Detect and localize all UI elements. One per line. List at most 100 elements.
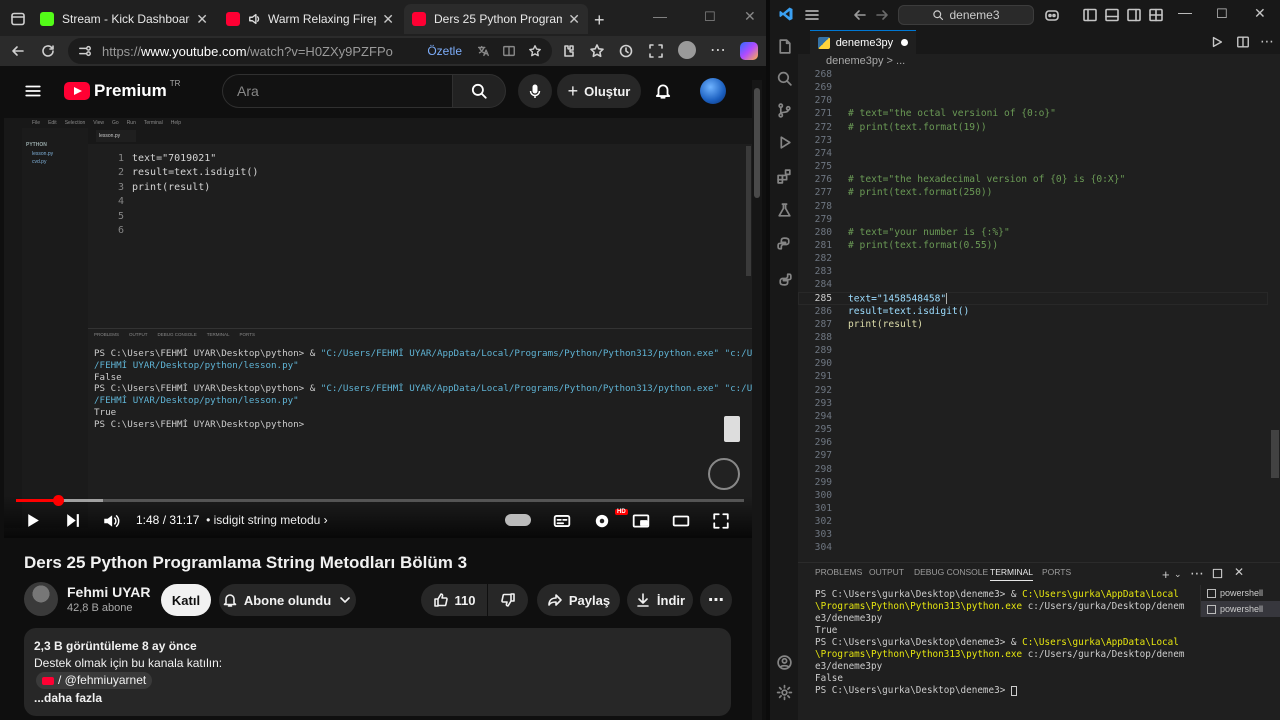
- toggle-sidebar-icon[interactable]: [1082, 7, 1098, 23]
- breadcrumb[interactable]: deneme3py > ...: [826, 55, 905, 67]
- settings-gear-icon[interactable]: [593, 512, 611, 530]
- minimize-button[interactable]: —: [1178, 4, 1192, 20]
- chevron-down-icon[interactable]: ⌄: [1174, 569, 1182, 580]
- extension-icon[interactable]: [560, 43, 576, 59]
- editor-scrollbar-thumb[interactable]: [1271, 430, 1279, 478]
- copilot-icon[interactable]: [740, 42, 758, 60]
- toggle-secondary-sidebar-icon[interactable]: [1126, 7, 1142, 23]
- maximize-button[interactable]: ☐: [1216, 6, 1228, 22]
- create-button[interactable]: + Oluştur: [557, 74, 641, 108]
- browser-menu-button[interactable]: ⋯: [710, 40, 726, 60]
- video-player[interactable]: File Edit Selection View Go Run Terminal Help P…: [4, 118, 752, 538]
- minimize-button[interactable]: —: [653, 8, 667, 24]
- browser-tab-kick[interactable]: Stream - Kick Dashboard ✕: [32, 4, 216, 34]
- channel-name[interactable]: Fehmi UYAR: [67, 584, 151, 600]
- subscribed-button[interactable]: Abone olundu: [219, 584, 356, 616]
- account-avatar[interactable]: [700, 78, 726, 104]
- page-scrollbar[interactable]: [752, 80, 762, 720]
- settings-gear-icon[interactable]: [776, 684, 793, 701]
- run-file-icon[interactable]: [1210, 35, 1224, 49]
- dislike-button[interactable]: [488, 584, 528, 616]
- scrubber-handle[interactable]: [52, 495, 64, 506]
- split-editor-icon[interactable]: [1236, 35, 1250, 49]
- favorite-star-icon[interactable]: [528, 44, 542, 58]
- close-icon[interactable]: ✕: [196, 11, 208, 28]
- back-arrow-icon[interactable]: [10, 43, 26, 59]
- download-button[interactable]: İndir: [627, 584, 693, 616]
- share-button[interactable]: Paylaş: [537, 584, 620, 616]
- theater-mode-icon[interactable]: [672, 512, 690, 530]
- toggle-panel-icon[interactable]: [1104, 7, 1120, 23]
- more-actions-icon[interactable]: ⋯: [1190, 565, 1204, 582]
- back-arrow-icon[interactable]: [852, 7, 868, 23]
- source-control-icon[interactable]: [776, 102, 793, 119]
- close-window-button[interactable]: ✕: [744, 8, 756, 25]
- youtube-premium-logo[interactable]: Premium TR: [64, 79, 180, 101]
- testing-flask-icon[interactable]: [776, 202, 793, 219]
- menu-icon[interactable]: [24, 82, 42, 100]
- close-icon[interactable]: ✕: [382, 11, 394, 28]
- translate-icon[interactable]: [476, 44, 490, 58]
- panel-tab-terminal[interactable]: TERMINAL: [990, 567, 1033, 581]
- search-button[interactable]: [452, 74, 506, 108]
- terminal-session[interactable]: powershell: [1201, 585, 1280, 601]
- panel-tab-ports[interactable]: PORTS: [1042, 567, 1071, 577]
- reload-icon[interactable]: [40, 43, 56, 59]
- python-icon[interactable]: [776, 236, 793, 253]
- search-input[interactable]: Ara: [222, 74, 452, 108]
- command-center[interactable]: deneme3: [898, 5, 1034, 25]
- scrollbar-thumb[interactable]: [754, 88, 760, 198]
- python-env-icon[interactable]: [776, 270, 793, 287]
- channel-watermark-logo[interactable]: [708, 458, 740, 490]
- autoplay-toggle[interactable]: [505, 514, 531, 526]
- copilot-icon[interactable]: [1044, 7, 1060, 23]
- miniplayer-icon[interactable]: [632, 512, 650, 530]
- channel-handle-link[interactable]: / @fehmiuyarnet: [36, 672, 153, 689]
- next-icon[interactable]: [64, 512, 81, 529]
- panel-tab-output[interactable]: OUTPUT: [869, 567, 904, 577]
- join-button[interactable]: Katıl: [161, 584, 211, 616]
- play-icon[interactable]: [24, 512, 41, 529]
- new-tab-button[interactable]: +: [594, 10, 605, 31]
- chapter-link[interactable]: • isdigit string metodu: [206, 513, 320, 527]
- search-icon[interactable]: [776, 70, 793, 87]
- tab-deneme3py[interactable]: deneme3py: [810, 30, 916, 54]
- maximize-panel-icon[interactable]: [1212, 568, 1223, 579]
- forward-arrow-icon[interactable]: [874, 7, 890, 23]
- customize-layout-icon[interactable]: [1148, 7, 1164, 23]
- new-terminal-button[interactable]: +: [1162, 567, 1170, 582]
- volume-icon[interactable]: [102, 512, 120, 530]
- run-debug-icon[interactable]: [776, 134, 793, 151]
- history-icon[interactable]: [618, 43, 634, 59]
- browser-tab-python-lesson[interactable]: Ders 25 Python Programlama ✕: [404, 4, 588, 34]
- tab-actions-icon[interactable]: [10, 11, 26, 27]
- close-window-button[interactable]: ✕: [1254, 5, 1266, 22]
- speaker-icon[interactable]: [248, 12, 262, 26]
- fullscreen-icon[interactable]: [712, 512, 730, 530]
- menu-icon[interactable]: [804, 7, 820, 23]
- terminal-output[interactable]: PS C:\Users\gurka\Desktop\deneme3> & C:\…: [815, 589, 1187, 697]
- favorites-icon[interactable]: [589, 43, 605, 59]
- read-mode-icon[interactable]: [502, 44, 516, 58]
- screenshot-icon[interactable]: [648, 43, 664, 59]
- code-editor[interactable]: 268 269 270 271 # text="the octal versioni o…: [798, 68, 1280, 558]
- more-actions-button[interactable]: ⋯: [700, 584, 732, 616]
- site-info-icon[interactable]: [78, 44, 92, 58]
- terminal-session-active[interactable]: powershell: [1201, 601, 1280, 617]
- voice-search-button[interactable]: [518, 74, 552, 108]
- profile-avatar[interactable]: [678, 41, 696, 59]
- account-icon[interactable]: [776, 654, 793, 671]
- summarize-button[interactable]: Özetle: [427, 44, 462, 58]
- more-actions-icon[interactable]: ⋯: [1260, 33, 1274, 50]
- show-more-link[interactable]: ...daha fazla: [34, 690, 721, 707]
- close-icon[interactable]: ✕: [568, 11, 580, 28]
- address-bar[interactable]: https://www.youtube.com/watch?v=H0ZXy9PZ…: [68, 38, 552, 64]
- explorer-icon[interactable]: [776, 38, 793, 55]
- channel-avatar[interactable]: [24, 582, 58, 616]
- subtitles-icon[interactable]: [553, 512, 571, 530]
- minimap[interactable]: [1268, 68, 1280, 558]
- close-panel-icon[interactable]: ✕: [1234, 565, 1244, 579]
- browser-tab-fireplace[interactable]: Warm Relaxing Fireplace ✕: [218, 4, 402, 34]
- progress-bar[interactable]: [16, 495, 744, 506]
- like-button[interactable]: 110: [421, 584, 487, 616]
